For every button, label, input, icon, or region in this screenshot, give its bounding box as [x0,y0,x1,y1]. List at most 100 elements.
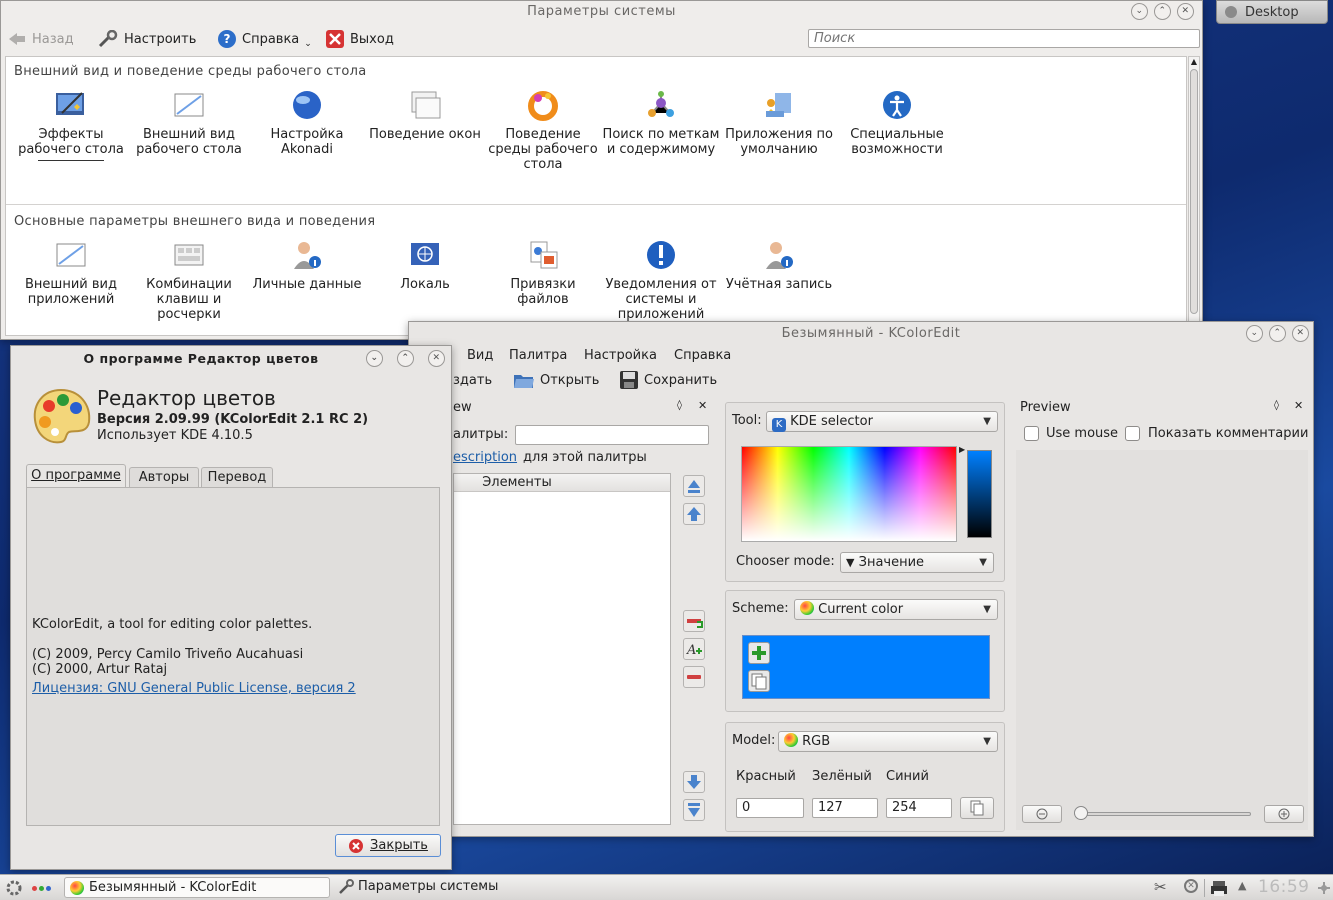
tab-authors[interactable]: Авторы [129,467,199,488]
item-desktop-effects[interactable]: Эффекты рабочего стола [12,89,130,161]
panel-toolbox-icon[interactable] [1316,880,1332,896]
search-input[interactable] [808,29,1200,48]
configure-button[interactable]: Настроить [97,30,196,48]
move-up-button[interactable] [683,503,705,525]
menu-palette[interactable]: Палитра [509,348,567,363]
item-akonadi[interactable]: Настройка Akonadi [248,89,366,157]
item-default-apps[interactable]: Приложения по умолчанию [720,89,838,157]
system-settings-titlebar[interactable]: Параметры системы ⌄ ⌃ ✕ [1,1,1202,23]
description-link[interactable]: escription [453,450,517,465]
palette-panel: ew ◊ ✕ алитры: escription для этой палит… [409,396,717,830]
settings-scrollbar[interactable]: ▲ [1188,56,1200,336]
close-button[interactable]: ✕ [1177,3,1194,20]
use-mouse-checkbox[interactable] [1024,426,1039,441]
zoom-slider-handle[interactable] [1074,806,1088,820]
value-slider[interactable] [967,450,992,538]
move-top-button[interactable] [683,475,705,497]
activities-icon[interactable] [32,886,51,891]
task-kcoloredit[interactable]: Безымянный - KColorEdit [64,877,330,898]
maximize-button[interactable]: ⌃ [1154,3,1171,20]
green-input[interactable]: 127 [812,798,878,818]
insert-button[interactable] [683,610,705,632]
tab-translation[interactable]: Перевод [201,467,273,488]
tray-expand-icon[interactable]: ▲ [1238,879,1246,892]
menu-help[interactable]: Справка [674,348,731,363]
text-edit-icon: A [686,643,702,658]
open-button[interactable]: Открыть [513,370,599,390]
zoom-in-button[interactable] [1264,805,1304,823]
network-icon[interactable]: ✕ [1184,879,1198,893]
chooser-mode-combo[interactable]: ▼ Значение ▼ [840,552,994,573]
klipper-icon[interactable]: ✂ [1154,878,1167,896]
elements-list[interactable]: Элементы [453,473,671,825]
current-color-swatch[interactable] [742,635,990,699]
license-link[interactable]: Лицензия: GNU General Public License, ве… [32,681,356,696]
printer-icon[interactable] [1210,879,1228,897]
item-file-associations[interactable]: Привязки файлов [484,239,602,307]
palette-name-input[interactable] [515,425,709,445]
tool-combo[interactable]: K KDE selector ▼ [766,411,998,432]
nepomuk-search-icon [648,91,674,117]
remove-button[interactable] [683,666,705,688]
float-icon[interactable]: ◊ [1274,400,1279,411]
task-system-settings[interactable]: Параметры системы [336,877,596,898]
item-locale[interactable]: Локаль [366,239,484,292]
close-dialog-button[interactable]: Закрыть [335,834,441,857]
zoom-slider[interactable] [1076,812,1251,816]
item-app-appearance[interactable]: Внешний вид приложений [12,239,130,307]
add-color-button[interactable] [748,642,770,664]
close-button[interactable]: ✕ [1292,325,1309,342]
scheme-combo[interactable]: Current color ▼ [794,599,998,620]
save-icon [620,371,638,389]
item-window-behavior[interactable]: Поведение окон [366,89,484,142]
close-button[interactable]: ✕ [428,350,445,367]
kickoff-menu-icon[interactable] [4,879,24,897]
red-input[interactable]: 0 [736,798,804,818]
rename-button[interactable]: A [683,638,705,660]
move-down-button[interactable] [683,771,705,793]
tab-about[interactable]: О программе [26,464,126,488]
about-titlebar[interactable]: О программе Редактор цветов ⌄ ⌃ ✕ [11,346,451,372]
new-button[interactable]: здать [453,373,492,388]
description-text: для этой палитры [523,450,647,465]
help-button[interactable]: ? Справка ⌄ [217,30,312,49]
minimize-button[interactable]: ⌄ [1246,325,1263,342]
panel-close-icon[interactable]: ✕ [1294,399,1303,412]
zoom-out-button[interactable] [1022,805,1062,823]
hue-saturation-field[interactable] [741,446,957,542]
shortcuts-icon [174,244,204,266]
move-bottom-button[interactable] [683,799,705,821]
item-user-account[interactable]: Учётная запись [720,239,838,292]
item-shortcuts[interactable]: Комбинации клавиш и росчерки [130,239,248,322]
quit-button[interactable]: Выход [325,30,394,48]
maximize-button[interactable]: ⌃ [397,350,414,367]
menu-view[interactable]: Вид [467,348,493,363]
float-icon[interactable]: ◊ [677,400,682,411]
maximize-button[interactable]: ⌃ [1269,325,1286,342]
item-workspace-behavior[interactable]: Поведение среды рабочего стола [484,89,602,172]
item-personal-info[interactable]: Личные данные [248,239,366,292]
item-nepomuk-search[interactable]: Поиск по меткам и содержимому [602,89,720,157]
back-button[interactable]: Назад [7,30,74,48]
item-notifications[interactable]: Уведомления от системы и приложений [602,239,720,322]
chevron-down-icon[interactable]: ⌄ [304,39,312,49]
desktop-button[interactable]: Desktop [1216,0,1328,24]
minimize-button[interactable]: ⌄ [366,350,383,367]
model-combo[interactable]: RGB ▼ [778,731,998,752]
blue-input[interactable]: 254 [886,798,952,818]
folder-open-icon [514,375,534,388]
panel-close-icon[interactable]: ✕ [698,399,707,412]
item-accessibility[interactable]: Специальные возможности [838,89,956,157]
item-workspace-appearance[interactable]: Внешний вид рабочего стола [130,89,248,157]
minimize-button[interactable]: ⌄ [1131,3,1148,20]
kcoloredit-titlebar[interactable]: Безымянный - KColorEdit ⌄ ⌃ ✕ [409,322,1313,346]
menu-settings[interactable]: Настройка [584,348,657,363]
clock[interactable]: 16:59 [1258,877,1310,897]
show-comments-checkbox[interactable] [1125,426,1140,441]
copy-color-button[interactable] [748,670,770,692]
copy-values-button[interactable] [960,797,994,819]
cancel-icon [349,838,364,853]
scrollbar-handle[interactable] [1190,69,1198,314]
elements-header[interactable]: Элементы [454,474,670,492]
save-button[interactable]: Сохранить [619,370,717,390]
